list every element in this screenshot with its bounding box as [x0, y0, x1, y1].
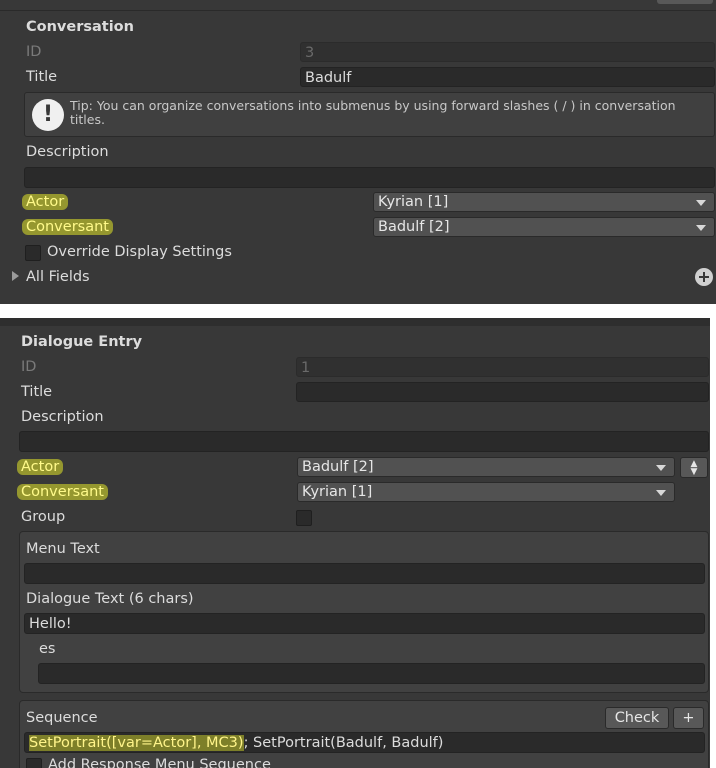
entry-conversant-label-text: Conversant	[17, 484, 108, 500]
entry-title-label: Title	[21, 384, 53, 400]
up-down-arrows-icon: ▲ ▼	[690, 459, 698, 477]
conversation-title-input[interactable]: Badulf	[300, 67, 715, 87]
es-text-input[interactable]	[38, 663, 705, 684]
sequence-label: Sequence	[26, 710, 98, 726]
exclamation-icon: !	[32, 99, 64, 131]
check-button[interactable]: Check	[605, 707, 669, 729]
entry-title-input[interactable]	[296, 382, 709, 402]
dialogue-entry-header: Dialogue Entry	[21, 334, 143, 350]
entry-actor-label: Actor	[17, 456, 64, 478]
conversation-inspector: Conversation ID 3 Title Badulf ! Tip: Yo…	[0, 0, 716, 304]
conversation-description-label: Description	[26, 144, 109, 160]
conversation-header: Conversation	[26, 19, 134, 35]
conversation-conversant-dropdown[interactable]: Badulf [2]	[373, 217, 715, 237]
conversation-title-label: Title	[26, 69, 58, 85]
dialogue-entry-inspector: Dialogue Entry ID 1 Title Description Ac…	[0, 318, 716, 768]
menu-text-label: Menu Text	[26, 541, 100, 557]
chevron-down-icon	[696, 200, 706, 206]
conversation-actor-dropdown[interactable]: Kyrian [1]	[373, 192, 715, 212]
sequence-rest-part: ; SetPortrait(Badulf, Badulf)	[243, 735, 444, 751]
override-display-label: Override Display Settings	[47, 244, 232, 260]
entry-actor-dropdown[interactable]: Badulf [2]	[297, 457, 675, 477]
add-sequence-button[interactable]: +	[673, 707, 704, 729]
all-fields-foldout[interactable]: All Fields	[26, 266, 90, 288]
chevron-down-icon	[696, 225, 706, 231]
entry-conversant-label: Conversant	[17, 481, 108, 503]
add-response-label: Add Response Menu Sequence	[48, 757, 271, 768]
entry-id-field: 1	[296, 357, 709, 377]
sequence-group: Sequence Check + SetPortrait([var=Actor]…	[19, 700, 709, 768]
group-label: Group	[21, 509, 66, 525]
tip-box: ! Tip: You can organize conversations in…	[24, 92, 715, 137]
bottom-top-divider	[0, 318, 716, 326]
entry-actor-label-text: Actor	[17, 459, 64, 475]
entry-description-input[interactable]	[19, 431, 709, 452]
sequence-highlighted-part: SetPortrait([var=Actor], MC3)	[29, 735, 244, 751]
actor-label-text: Actor	[22, 194, 69, 210]
tip-text: Tip: You can organize conversations into…	[70, 98, 676, 127]
entry-id-label: ID	[21, 359, 37, 375]
foldout-arrow-icon[interactable]	[12, 271, 19, 281]
override-display-checkbox[interactable]	[25, 245, 41, 261]
bottom-right-border	[710, 318, 716, 768]
conversation-description-input[interactable]	[24, 167, 715, 188]
group-checkbox[interactable]	[296, 510, 312, 526]
entry-actor-value: Badulf [2]	[302, 459, 374, 475]
entry-description-label: Description	[21, 409, 104, 425]
conversation-id-field: 3	[300, 42, 715, 62]
add-response-checkbox[interactable]	[26, 758, 42, 768]
conversation-id-label: ID	[26, 44, 42, 60]
add-field-icon[interactable]	[695, 268, 713, 286]
chevron-down-icon	[656, 465, 666, 471]
top-divider	[0, 10, 716, 11]
entry-conversant-dropdown[interactable]: Kyrian [1]	[297, 482, 675, 502]
conversation-conversant-label: Conversant	[22, 216, 113, 238]
top-strip-button[interactable]	[657, 0, 713, 4]
conversation-actor-label: Actor	[22, 191, 69, 213]
dialogue-text-input[interactable]: Hello!	[24, 613, 705, 634]
es-label: es	[39, 641, 56, 657]
conversant-label-text: Conversant	[22, 219, 113, 235]
chevron-down-icon	[656, 490, 666, 496]
actor-dropdown-value: Kyrian [1]	[378, 194, 449, 210]
conversant-dropdown-value: Badulf [2]	[378, 219, 450, 235]
dialogue-text-label: Dialogue Text (6 chars)	[26, 591, 194, 607]
actor-swap-button[interactable]: ▲ ▼	[680, 457, 708, 478]
text-group: Menu Text Dialogue Text (6 chars) Hello!…	[19, 531, 709, 693]
menu-text-input[interactable]	[24, 563, 705, 584]
entry-conversant-value: Kyrian [1]	[302, 484, 373, 500]
sequence-input[interactable]: SetPortrait([var=Actor], MC3); SetPortra…	[24, 732, 705, 753]
